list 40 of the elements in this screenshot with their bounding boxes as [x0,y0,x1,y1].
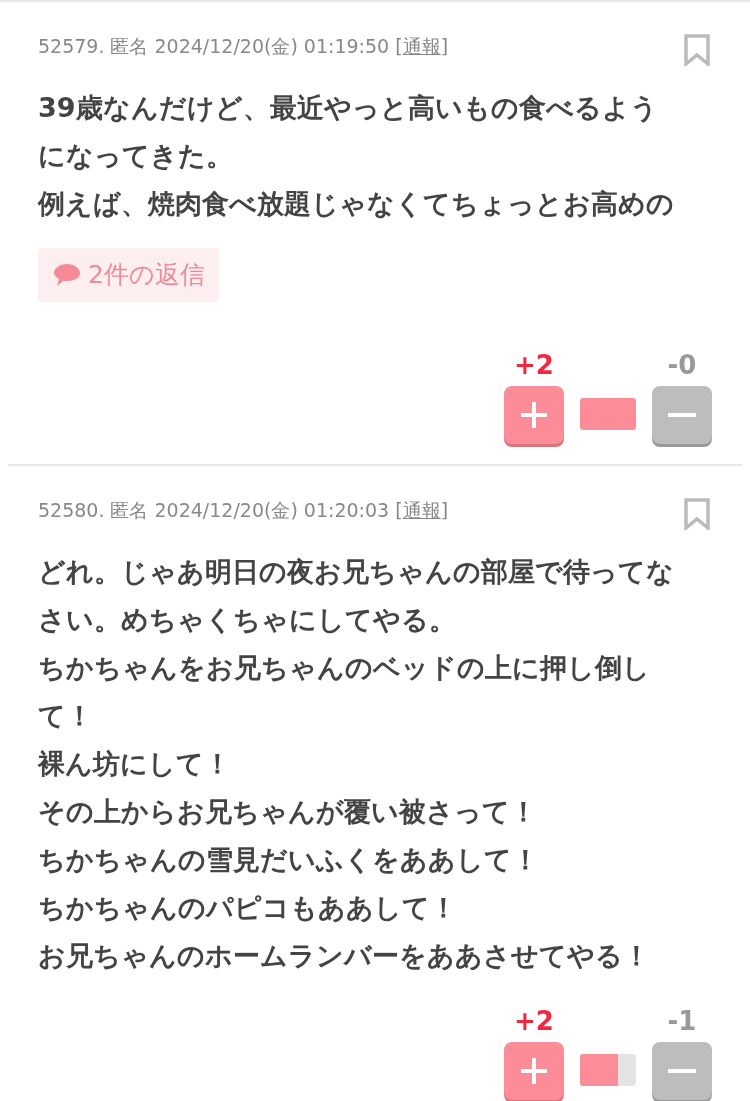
comment-line: ちかちゃんの雪見だいふくをああして！ [38,842,540,877]
author-name: 匿名 [110,497,149,523]
comment-number: 52579. [38,34,105,59]
comment-line: どれ。じゃあ明日の夜お兄ちゃんの部屋で待ってな [38,554,675,589]
comment-line: になってきた。 [38,139,234,173]
comment-line: ちかちゃんをお兄ちゃんのベッドの上に押し倒し [38,650,651,685]
replies-button[interactable]: 2件の返信 [38,248,219,302]
bookmark-icon[interactable] [684,34,710,66]
timestamp: 2024/12/20(金) 01:20:03 [154,497,390,523]
downvote-button[interactable] [652,1041,712,1100]
comment-number: 52580. [38,497,105,523]
minus-icon [667,1067,697,1074]
bracket: ] [440,34,449,59]
comment-line: 39歳なんだけど、最近やっと高いもの食べるよう [38,91,659,125]
bracket: [ [395,34,403,59]
plus-icon [519,399,549,430]
bracket: [ [395,497,403,523]
bracket: ] [440,497,449,523]
downvote-count: -1 [667,1005,697,1036]
plus-icon [519,1055,549,1086]
comment-line: て！ [38,698,94,733]
upvote-button[interactable] [504,385,564,444]
comment-line: ちかちゃんのパピコもああして！ [38,890,458,925]
comment-line: 例えば、焼肉食べ放題じゃなくてちょっとお高めの [38,187,675,221]
upvote-button[interactable] [504,1041,564,1100]
upvote-count: +2 [514,349,554,380]
report-link[interactable]: 通報 [402,495,441,524]
comment-line: さい。めちゃくちゃにしてやる。 [38,602,457,637]
downvote-count: -0 [667,349,697,380]
downvote-button[interactable] [652,385,712,444]
author-name: 匿名 [110,34,149,59]
minus-icon [667,411,697,418]
report-link[interactable]: 通報 [402,32,441,61]
comment-line: 裸ん坊にして！ [38,746,232,781]
bookmark-icon[interactable] [684,497,710,530]
timestamp: 2024/12/20(金) 01:19:50 [154,34,390,59]
upvote-count: +2 [514,1005,554,1036]
comment-line: その上からお兄ちゃんが覆い被さって！ [38,794,538,829]
comment-line: お兄ちゃんのホームランバーをああさせてやる！ [38,938,651,973]
speech-bubble-icon [52,261,82,288]
